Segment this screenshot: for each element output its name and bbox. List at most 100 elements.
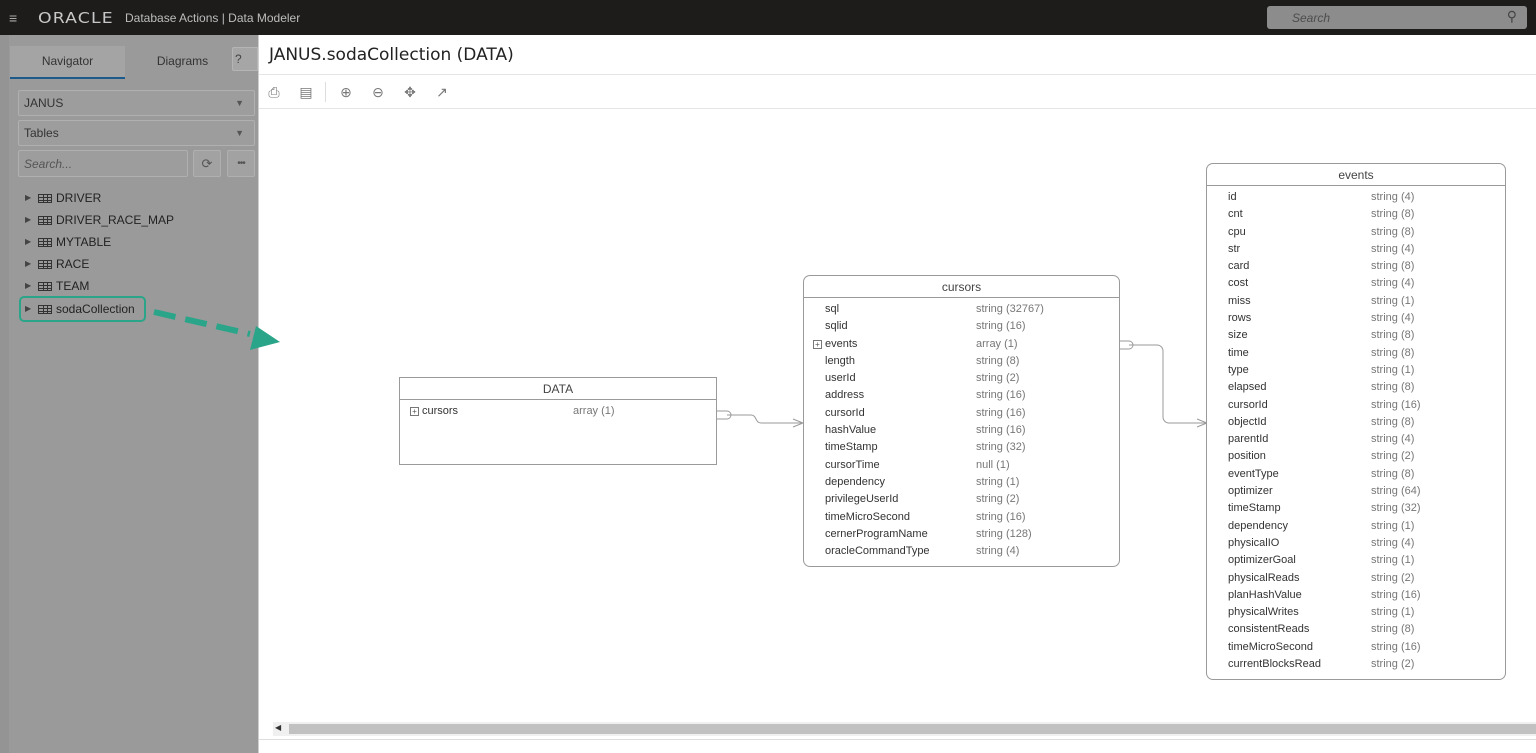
field-type: string (16) — [1371, 398, 1421, 411]
entity-field[interactable]: userId string (2) — [804, 370, 1119, 387]
search-icon[interactable]: ⚲ — [1507, 8, 1517, 25]
tree-item-label: TEAM — [56, 279, 90, 293]
entity-field[interactable]: cursorTime null (1) — [804, 457, 1119, 474]
entity-field[interactable]: consistentReads string (8) — [1207, 621, 1505, 638]
entity-field[interactable]: elapsed string (8) — [1207, 379, 1505, 396]
entity-field[interactable]: address string (16) — [804, 387, 1119, 404]
expand-caret-icon[interactable]: ▶ — [25, 298, 35, 320]
entity-field[interactable]: privilegeUserId string (2) — [804, 491, 1119, 508]
tree-item-race[interactable]: ▶ RACE — [25, 253, 255, 275]
entity-field[interactable]: currentBlocksRead string (2) — [1207, 656, 1505, 673]
entity-field[interactable]: dependency string (1) — [1207, 518, 1505, 535]
export-image-icon[interactable]: ▤ — [295, 81, 317, 103]
navigator-search-input[interactable] — [19, 151, 187, 176]
entity-field[interactable]: time string (8) — [1207, 345, 1505, 362]
zoom-out-icon[interactable]: ⊖ — [367, 81, 389, 103]
entity-field[interactable]: + cursors array (1) — [400, 403, 716, 420]
field-type: string (4) — [1371, 312, 1415, 325]
entity-field[interactable]: objectId string (8) — [1207, 414, 1505, 431]
tree-item-driver-race-map[interactable]: ▶ DRIVER_RACE_MAP — [25, 209, 255, 231]
expand-plus-icon[interactable]: + — [813, 339, 822, 349]
entity-field[interactable]: dependency string (1) — [804, 474, 1119, 491]
entity-field[interactable]: length string (8) — [804, 353, 1119, 370]
tree-item-driver[interactable]: ▶ DRIVER — [25, 187, 255, 209]
expand-caret-icon[interactable]: ▶ — [25, 253, 35, 275]
global-search-input[interactable] — [1267, 6, 1497, 29]
entity-field[interactable]: timeMicroSecond string (16) — [1207, 639, 1505, 656]
entity-field[interactable]: id string (4) — [1207, 189, 1505, 206]
navigator-panel: Navigator Diagrams ? JANUS ▼ Tables ▼ ⟳ … — [0, 35, 258, 753]
entity-field[interactable]: optimizerGoal string (1) — [1207, 552, 1505, 569]
tab-navigator[interactable]: Navigator — [10, 46, 125, 79]
entity-field[interactable]: cursorId string (16) — [1207, 397, 1505, 414]
field-type: string (16) — [976, 406, 1026, 419]
tree-item-sodacollection[interactable]: ▶ sodaCollection — [19, 296, 146, 322]
entity-field[interactable]: cpu string (8) — [1207, 224, 1505, 241]
entity-field[interactable]: timeStamp string (32) — [1207, 500, 1505, 517]
tab-diagrams[interactable]: Diagrams — [125, 46, 240, 79]
entity-field[interactable]: oracleCommandType string (4) — [804, 543, 1119, 560]
entity-field[interactable]: timeStamp string (32) — [804, 439, 1119, 456]
entity-field[interactable]: physicalReads string (2) — [1207, 570, 1505, 587]
print-icon[interactable]: ⎙ — [263, 81, 285, 103]
entity-field[interactable]: size string (8) — [1207, 327, 1505, 344]
help-button[interactable]: ? — [232, 47, 258, 71]
entity-field[interactable]: timeMicroSecond string (16) — [804, 509, 1119, 526]
field-name: card — [1228, 260, 1250, 273]
field-name: length — [825, 354, 855, 367]
field-type: string (16) — [1371, 588, 1421, 601]
entity-field[interactable]: miss string (1) — [1207, 293, 1505, 310]
field-type: string (16) — [1371, 640, 1421, 653]
entity-field[interactable]: optimizer string (64) — [1207, 483, 1505, 500]
entity-field[interactable]: hashValue string (16) — [804, 422, 1119, 439]
entity-field[interactable]: cnt string (8) — [1207, 206, 1505, 223]
entity-field[interactable]: eventType string (8) — [1207, 466, 1505, 483]
expand-plus-icon[interactable]: + — [410, 407, 419, 416]
zoom-in-icon[interactable]: ⊕ — [335, 81, 357, 103]
entity-field[interactable]: card string (8) — [1207, 258, 1505, 275]
field-name: timeStamp — [825, 441, 878, 454]
entity-field[interactable]: position string (2) — [1207, 448, 1505, 465]
entity-field[interactable]: parentId string (4) — [1207, 431, 1505, 448]
entity-field[interactable]: sql string (32767) — [804, 301, 1119, 318]
scroll-left-icon[interactable]: ◀ — [275, 723, 281, 732]
entity-field[interactable]: str string (4) — [1207, 241, 1505, 258]
schema-select[interactable]: JANUS ▼ — [18, 90, 255, 116]
hamburger-icon[interactable]: ≡ — [9, 10, 17, 26]
entity-field[interactable]: sqlid string (16) — [804, 318, 1119, 335]
panel-edge — [0, 35, 9, 753]
entity-field[interactable]: type string (1) — [1207, 362, 1505, 379]
expand-icon[interactable]: ↗ — [431, 81, 453, 103]
entity-data[interactable]: DATA + cursors array (1) — [399, 377, 717, 465]
tree-item-mytable[interactable]: ▶ MYTABLE — [25, 231, 255, 253]
expand-caret-icon[interactable]: ▶ — [25, 187, 35, 209]
entity-field[interactable]: cernerProgramName string (128) — [804, 526, 1119, 543]
entity-field[interactable]: physicalWrites string (1) — [1207, 604, 1505, 621]
schema-select-value: JANUS — [24, 96, 64, 110]
entity-field[interactable]: physicalIO string (4) — [1207, 535, 1505, 552]
entity-field[interactable]: rows string (4) — [1207, 310, 1505, 327]
refresh-button[interactable]: ⟳ — [193, 150, 221, 177]
entity-events[interactable]: events id string (4) cnt string (8) cpu strin… — [1206, 163, 1506, 680]
expand-caret-icon[interactable]: ▶ — [25, 275, 35, 297]
fit-icon[interactable]: ✥ — [399, 81, 421, 103]
scrollbar-thumb[interactable] — [289, 724, 1536, 734]
field-name: eventType — [1228, 467, 1279, 480]
horizontal-scrollbar[interactable]: ◀ — [273, 722, 1536, 736]
navigator-tabs: Navigator Diagrams — [10, 46, 258, 79]
diagram-canvas[interactable]: DATA + cursors array (1) cursors sql stri… — [259, 110, 1536, 725]
entity-field[interactable]: cursorId string (16) — [804, 405, 1119, 422]
entity-field[interactable]: planHashValue string (16) — [1207, 587, 1505, 604]
object-type-select[interactable]: Tables ▼ — [18, 120, 255, 146]
entity-field[interactable]: cost string (4) — [1207, 275, 1505, 292]
expand-caret-icon[interactable]: ▶ — [25, 209, 35, 231]
page-title: JANUS.sodaCollection (DATA) — [269, 45, 514, 65]
field-name: sqlid — [825, 320, 848, 333]
entity-cursors[interactable]: cursors sql string (32767) sqlid string (16… — [803, 275, 1120, 567]
field-name: cursorTime — [825, 458, 880, 471]
entity-field[interactable]: + events array (1) — [804, 336, 1119, 353]
more-actions-button[interactable]: ••• — [227, 150, 255, 177]
tree-item-team[interactable]: ▶ TEAM — [25, 275, 255, 297]
expand-caret-icon[interactable]: ▶ — [25, 231, 35, 253]
field-type: string (8) — [1371, 623, 1415, 636]
